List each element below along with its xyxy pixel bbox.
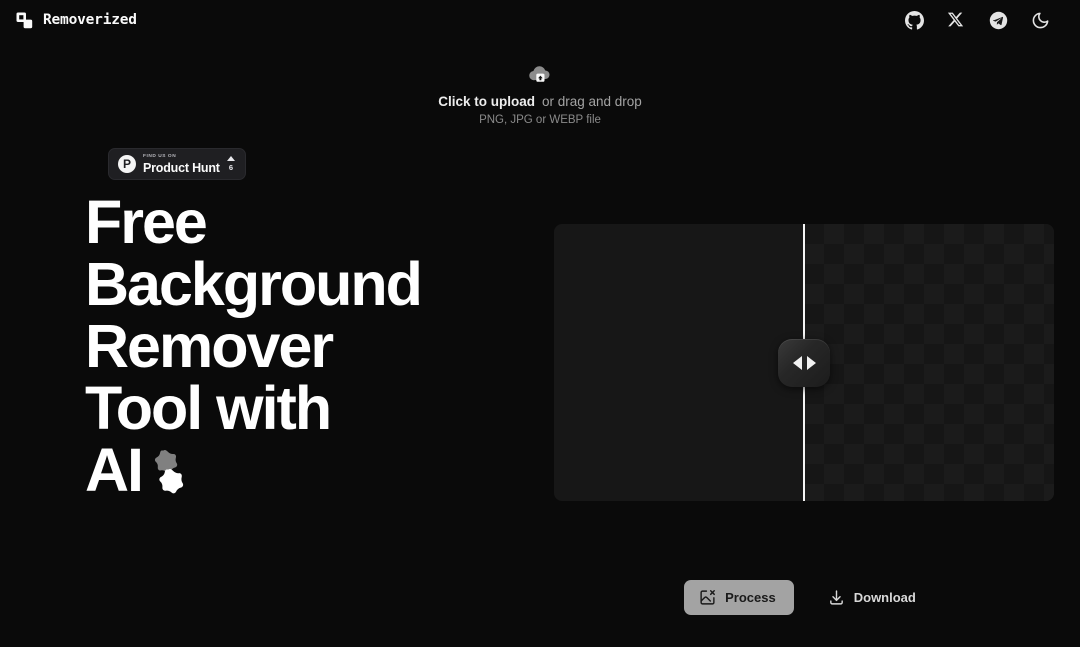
left-right-arrows-icon xyxy=(792,355,816,370)
cloud-upload-icon xyxy=(527,62,553,88)
hero-line-5: AI xyxy=(85,436,144,504)
image-remove-icon xyxy=(699,589,716,606)
product-hunt-kicker: FIND US ON xyxy=(143,153,177,159)
hero-line-3: Remover xyxy=(85,312,334,380)
page-title: Free Background Remover Tool with AI xyxy=(85,191,555,501)
x-twitter-icon[interactable] xyxy=(947,11,966,30)
arrow-left-icon xyxy=(792,355,802,370)
upvote-count: 6 xyxy=(228,163,234,172)
brand-name: Removerized xyxy=(43,12,137,28)
product-hunt-text: FIND US ON Product Hunt xyxy=(143,154,227,175)
github-icon[interactable] xyxy=(905,10,924,30)
hero-line-2: Background xyxy=(85,250,423,318)
header-icon-group xyxy=(905,10,1064,30)
download-button-label: Download xyxy=(853,590,916,605)
product-hunt-logo-icon: P xyxy=(118,155,136,173)
app-header: Removerized xyxy=(0,0,1080,40)
upload-format-hint: PNG, JPG or WEBP file xyxy=(479,114,601,126)
upload-dropzone[interactable]: Click to upload or drag and drop PNG, JP… xyxy=(0,62,1080,126)
moon-icon[interactable] xyxy=(1031,11,1050,30)
product-hunt-upvote[interactable]: 6 xyxy=(227,156,237,172)
download-button[interactable]: Download xyxy=(820,580,924,615)
arrow-right-icon xyxy=(806,355,816,370)
image-compare-panel[interactable] xyxy=(554,224,1054,501)
process-button-label: Process xyxy=(725,590,776,605)
action-bar: Process Download xyxy=(554,580,1054,615)
overlapping-squares-icon xyxy=(16,12,33,29)
upload-cta: Click to upload or drag and drop xyxy=(438,94,642,109)
upload-cta-normal: or drag and drop xyxy=(541,94,642,109)
upvote-triangle-icon xyxy=(227,156,235,161)
upload-cta-strong: Click to upload xyxy=(438,94,535,109)
compare-after-layer xyxy=(804,224,1054,501)
product-hunt-title: Product Hunt xyxy=(143,160,220,175)
telegram-icon[interactable] xyxy=(989,11,1008,30)
app-root: Removerized Click to upload or drag and … xyxy=(0,0,1080,647)
brand[interactable]: Removerized xyxy=(16,12,137,29)
process-button[interactable]: Process xyxy=(684,580,794,615)
download-icon xyxy=(828,589,845,606)
product-hunt-badge[interactable]: P FIND US ON Product Hunt 6 xyxy=(108,148,246,180)
hero-line-1: Free xyxy=(85,188,208,256)
compare-slider-handle[interactable] xyxy=(778,338,830,387)
sparkle-stars-icon xyxy=(144,445,198,499)
hero-line-4: Tool with xyxy=(85,374,332,442)
hero-line-5-row: AI xyxy=(85,439,555,501)
